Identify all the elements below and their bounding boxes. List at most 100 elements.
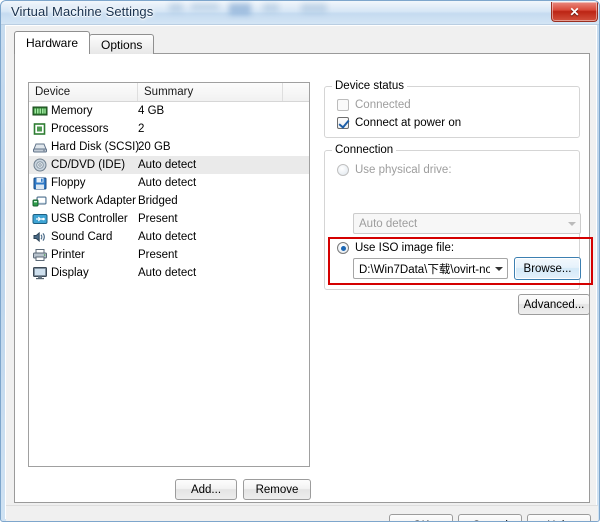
table-row[interactable]: USB Controller Present — [29, 210, 309, 228]
summary-cell: Auto detect — [138, 177, 197, 189]
background-ghost-shape — [229, 3, 251, 15]
memory-icon — [32, 104, 48, 118]
device-name: Floppy — [51, 177, 86, 189]
summary-cell: Present — [138, 249, 178, 261]
use-iso-image-radio-row[interactable]: Use ISO image file: — [337, 242, 454, 254]
table-row[interactable]: Sound Card Auto detect — [29, 228, 309, 246]
browse-button-label: Browse... — [523, 262, 572, 275]
device-name: Printer — [51, 249, 85, 261]
sound-card-icon — [32, 230, 48, 244]
display-icon — [32, 266, 48, 280]
printer-icon — [32, 248, 48, 262]
device-name: CD/DVD (IDE) — [51, 159, 126, 171]
column-header-summary[interactable]: Summary — [138, 83, 283, 101]
device-name: Memory — [51, 105, 93, 117]
device-list-header: Device Summary — [29, 83, 309, 102]
device-cell: Memory — [29, 104, 138, 118]
device-name: Processors — [51, 123, 109, 135]
table-row[interactable]: CD/DVD (IDE) Auto detect — [29, 156, 309, 174]
connect-at-power-on-checkbox-row[interactable]: Connect at power on — [337, 117, 461, 129]
tab-hardware[interactable]: Hardware — [14, 31, 91, 54]
device-cell: CD/DVD (IDE) — [29, 158, 138, 172]
table-row[interactable]: Hard Disk (SCSI) 20 GB — [29, 138, 309, 156]
background-ghost-shape — [169, 3, 183, 12]
device-cell: Sound Card — [29, 230, 138, 244]
table-row[interactable]: Printer Present — [29, 246, 309, 264]
column-header-device[interactable]: Device — [29, 83, 138, 101]
advanced-button[interactable]: Advanced... — [518, 294, 590, 315]
device-status-legend: Device status — [332, 80, 408, 92]
use-physical-drive-label: Use physical drive: — [355, 164, 452, 176]
device-name: Hard Disk (SCSI) — [51, 141, 140, 153]
browse-button[interactable]: Browse... — [514, 257, 581, 280]
use-physical-drive-radio-row[interactable]: Use physical drive: — [337, 164, 452, 176]
device-cell: Floppy — [29, 176, 138, 190]
connect-at-power-on-checkbox[interactable] — [337, 117, 349, 129]
processor-icon — [32, 122, 48, 136]
summary-cell: Bridged — [138, 195, 178, 207]
summary-cell: 20 GB — [138, 141, 171, 153]
device-cell: Hard Disk (SCSI) — [29, 140, 140, 154]
summary-cell: Present — [138, 213, 178, 225]
device-cell: Printer — [29, 248, 138, 262]
hard-disk-icon — [32, 140, 48, 154]
device-cell: USB Controller — [29, 212, 138, 226]
use-physical-drive-radio[interactable] — [337, 164, 349, 176]
table-row[interactable]: Processors 2 — [29, 120, 309, 138]
tab-options-label: Options — [101, 37, 143, 52]
help-button[interactable]: Help — [527, 514, 591, 521]
summary-cell: Auto detect — [138, 159, 197, 171]
usb-controller-icon — [32, 212, 48, 226]
summary-cell: Auto detect — [138, 267, 197, 279]
close-icon: ✕ — [569, 4, 580, 19]
connect-at-power-on-label: Connect at power on — [355, 117, 462, 129]
dialog-footer: OK Cancel Help — [6, 505, 598, 521]
device-cell: Network Adapter — [29, 194, 138, 208]
remove-button[interactable]: Remove — [243, 479, 311, 500]
connection-legend: Connection — [332, 144, 397, 156]
summary-cell: 4 GB — [138, 105, 165, 117]
background-ghost-shape — [191, 3, 219, 10]
table-row[interactable]: Memory 4 GB — [29, 102, 309, 120]
background-ghost-shape — [301, 3, 327, 13]
iso-path-combo[interactable]: D:\Win7Data\下载\ovirt-node-is — [353, 258, 508, 279]
device-cell: Processors — [29, 122, 138, 136]
chevron-down-icon — [563, 214, 580, 233]
cancel-button[interactable]: Cancel — [458, 514, 522, 521]
hardware-tab-page: Device Summary Memory 4 GB Processors 2 … — [14, 53, 593, 503]
physical-drive-value: Auto detect — [359, 217, 418, 230]
use-iso-image-radio[interactable] — [337, 242, 349, 254]
device-list[interactable]: Device Summary Memory 4 GB Processors 2 … — [28, 82, 310, 467]
device-status-group: Device status — [324, 80, 580, 138]
table-row[interactable]: Floppy Auto detect — [29, 174, 309, 192]
add-button[interactable]: Add... — [175, 479, 237, 500]
connected-label: Connected — [355, 99, 411, 111]
column-header-blank[interactable] — [283, 83, 309, 101]
dialog-client-area: Hardware Options Device Summary Memory 4… — [5, 25, 598, 521]
network-adapter-icon — [32, 194, 48, 208]
title-bar[interactable]: Virtual Machine Settings ✕ — [1, 1, 599, 25]
device-name: Display — [51, 267, 89, 279]
summary-cell: 2 — [138, 123, 145, 135]
floppy-icon — [32, 176, 48, 190]
ok-button[interactable]: OK — [389, 514, 453, 521]
connected-checkbox-row: Connected — [337, 99, 411, 111]
device-name: Sound Card — [51, 231, 113, 243]
physical-drive-combo[interactable]: Auto detect — [353, 213, 581, 234]
window-title: Virtual Machine Settings — [11, 4, 154, 19]
device-name: USB Controller — [51, 213, 128, 225]
iso-path-value: D:\Win7Data\下载\ovirt-node-is — [359, 263, 490, 276]
close-button[interactable]: ✕ — [551, 2, 598, 22]
tab-hardware-label: Hardware — [26, 36, 79, 50]
use-iso-image-label: Use ISO image file: — [355, 242, 455, 254]
virtual-machine-settings-window: Virtual Machine Settings ✕ Hardware Opti… — [0, 0, 600, 522]
background-ghost-shape — [263, 3, 279, 12]
chevron-down-icon — [490, 259, 507, 278]
device-cell: Display — [29, 266, 138, 280]
table-row[interactable]: Display Auto detect — [29, 264, 309, 282]
table-row[interactable]: Network Adapter Bridged — [29, 192, 309, 210]
tab-strip: Hardware Options — [14, 31, 155, 54]
device-name: Network Adapter — [51, 195, 137, 207]
tab-options[interactable]: Options — [89, 34, 155, 54]
cd-dvd-icon — [32, 158, 48, 172]
